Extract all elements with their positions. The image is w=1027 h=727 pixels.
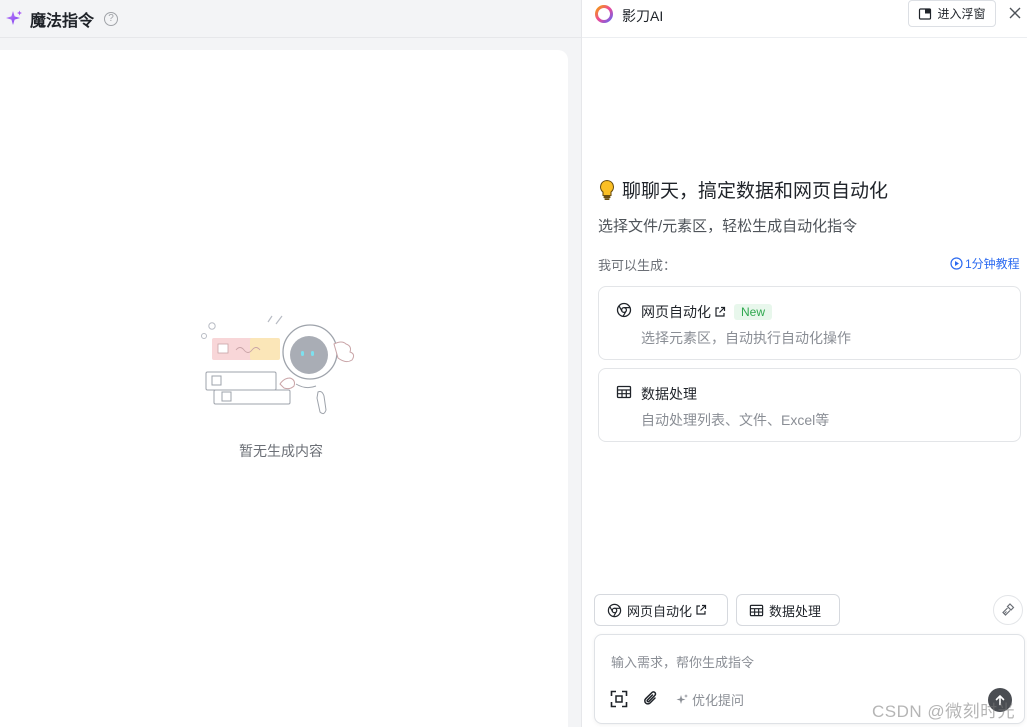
external-link-icon — [715, 306, 726, 317]
tutorial-link[interactable]: 1分钟教程 — [950, 255, 1020, 272]
enter-floating-window-button[interactable]: 进入浮窗 — [908, 0, 996, 27]
hero-subtitle: 选择文件/元素区，轻松生成自动化指令 — [598, 218, 858, 235]
ai-assistant-panel: 影刀AI 进入浮窗 聊聊天，搞定数据和网页自动化 选择文件/元素区，轻松生成自动… — [581, 0, 1027, 727]
table-icon — [616, 385, 632, 399]
hero-title: 聊聊天，搞定数据和网页自动化 — [598, 176, 888, 203]
attach-file-button[interactable] — [641, 689, 661, 709]
chip-label: 网页自动化 — [627, 603, 693, 619]
sparkle-icon — [6, 10, 22, 25]
new-badge: New — [734, 304, 773, 320]
left-header: 魔法指令 ? — [0, 0, 581, 38]
floating-window-icon — [919, 7, 932, 20]
floating-window-label: 进入浮窗 — [937, 7, 986, 21]
optimize-label: 优化提问 — [692, 693, 745, 708]
hero-title-text: 聊聊天，搞定数据和网页自动化 — [622, 181, 889, 202]
option-title-text: 数据处理 — [641, 386, 697, 402]
option-card-data-processing[interactable]: 数据处理 自动处理列表、文件、Excel等 — [598, 368, 1021, 442]
option-card-web-automation[interactable]: 网页自动化 New 选择元素区，自动执行自动化操作 — [598, 286, 1021, 360]
app-logo-icon — [595, 5, 613, 23]
option-title: 数据处理 — [641, 384, 697, 404]
robot-illustration — [201, 315, 355, 415]
magic-command-panel: 魔法指令 ? 暂无生成内容 — [0, 0, 581, 727]
panel-title: 魔法指令 — [30, 12, 95, 30]
chip-web-automation[interactable]: 网页自动化 — [594, 594, 728, 626]
external-link-icon — [696, 604, 707, 615]
option-title: 网页自动化 New — [641, 302, 773, 322]
sparkle-icon — [676, 693, 688, 704]
paperclip-icon — [644, 691, 657, 705]
option-description: 自动处理列表、文件、Excel等 — [641, 412, 830, 428]
lightbulb-icon — [599, 179, 615, 200]
generate-label: 我可以生成： — [598, 258, 677, 273]
broom-icon — [1002, 603, 1015, 616]
tutorial-label: 1分钟教程 — [965, 257, 1020, 271]
watermark: CSDN @微刻时光 — [872, 702, 1016, 721]
chip-data-processing[interactable]: 数据处理 — [736, 594, 840, 626]
assistant-header: 影刀AI 进入浮窗 — [582, 0, 1027, 38]
question-circle-icon[interactable]: ? — [104, 11, 119, 26]
browser-icon — [607, 603, 622, 617]
browser-icon — [616, 302, 632, 318]
close-icon[interactable] — [1006, 4, 1024, 22]
screenshot-select-button[interactable] — [609, 689, 629, 709]
app-title: 影刀AI — [622, 8, 664, 24]
option-description: 选择元素区，自动执行自动化操作 — [641, 330, 851, 346]
table-icon — [749, 604, 764, 616]
scan-select-icon — [610, 690, 628, 708]
chip-label: 数据处理 — [769, 603, 822, 619]
option-title-text: 网页自动化 — [641, 304, 711, 320]
chat-input[interactable] — [611, 655, 911, 670]
empty-state-text: 暂无生成内容 — [239, 443, 323, 459]
play-circle-icon — [950, 257, 963, 270]
optimize-prompt-button[interactable]: 优化提问 — [675, 690, 744, 709]
clear-chat-button[interactable] — [993, 595, 1023, 625]
